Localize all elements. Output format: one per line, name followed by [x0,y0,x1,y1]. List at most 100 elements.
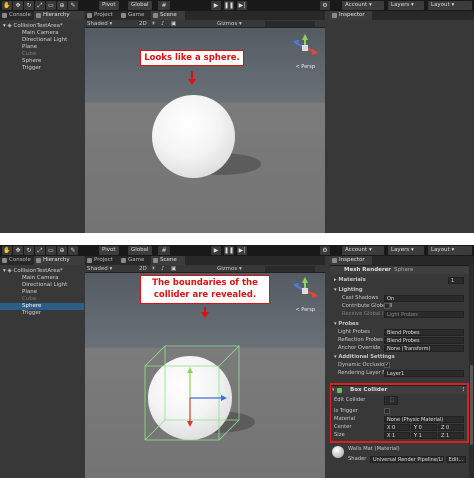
collab-icon[interactable]: ⚙ [320,1,330,10]
shader-select[interactable]: Universal Render Pipeline/Lit [370,456,444,463]
list-item-selected[interactable]: Sphere [0,303,84,310]
cast-shadows-select[interactable]: On [384,295,464,302]
lighting-toggle-icon[interactable]: ☀ [151,20,156,28]
list-item[interactable]: Main Camera [0,275,84,282]
tab-scene[interactable]: Scene [151,256,185,265]
custom-tool-icon[interactable]: ✎ [68,246,78,255]
list-item[interactable]: Cube [0,51,84,58]
scene-search-input[interactable] [265,266,315,272]
pivot-toggle[interactable]: Pivot [99,1,119,10]
contribute-gi-checkbox[interactable] [384,303,390,309]
rotate-tool-icon[interactable]: ↻ [24,246,34,255]
move-tool-icon[interactable]: ✥ [13,1,23,10]
collab-icon[interactable]: ⚙ [320,246,330,255]
tab-console[interactable]: Console [0,256,34,265]
move-handle-gizmo[interactable] [165,365,235,435]
hierarchy-root[interactable]: ▾ ◈ CollisionTestArea* [0,23,84,30]
tab-game[interactable]: Game [119,11,151,20]
scene-viewport[interactable]: < Persp The boundaries of the collider a… [85,273,325,478]
anchor-override-field[interactable]: None (Transform) [384,345,464,352]
step-icon[interactable]: ▶| [237,1,247,10]
layout-dropdown[interactable]: Layout ▾ [428,1,472,10]
tab-console[interactable]: Console [0,11,34,20]
play-icon[interactable]: ▶ [211,1,221,10]
receive-gi-select[interactable]: Light Probes [384,311,464,318]
list-item[interactable]: Trigger [0,310,84,317]
shading-dropdown[interactable]: Shaded ▾ [87,265,112,273]
scene-search-input[interactable] [265,21,315,27]
global-toggle[interactable]: Global [128,246,152,255]
mesh-renderer-header[interactable]: Mesh Renderer Sphere [330,265,474,274]
layout-dropdown[interactable]: Layout ▾ [428,246,472,255]
rendering-layer-select[interactable]: Layer1 [384,370,464,377]
layers-dropdown[interactable]: Layers ▾ [388,1,424,10]
materials-count[interactable]: 1 [448,277,464,284]
list-item[interactable]: Main Camera [0,30,84,37]
list-item[interactable]: Directional Light [0,37,84,44]
move-tool-icon[interactable]: ✥ [13,246,23,255]
dynamic-occlusion-checkbox[interactable]: ✓ [384,362,390,368]
list-item[interactable]: Sphere [0,58,84,65]
tab-project[interactable]: Project [85,256,119,265]
rotate-tool-icon[interactable]: ↻ [24,1,34,10]
step-icon[interactable]: ▶| [237,246,247,255]
list-item[interactable]: Plane [0,289,84,296]
audio-toggle-icon[interactable]: ♪ [161,265,165,273]
scene-viewport[interactable]: < Persp Looks like a sphere. [85,28,325,233]
pause-icon[interactable]: ❚❚ [224,246,234,255]
pivot-toggle[interactable]: Pivot [99,246,119,255]
account-dropdown[interactable]: Account ▾ [342,1,384,10]
tab-hierarchy[interactable]: Hierarchy [34,256,84,265]
gizmos-dropdown[interactable]: Gizmos ▾ [217,265,242,273]
account-label: Account [345,2,368,8]
transform-tool-icon[interactable]: ⊕ [57,246,67,255]
list-item-label: Plane [22,289,38,295]
transform-tool-icon[interactable]: ⊕ [57,1,67,10]
tab-console-label: Console [9,257,31,263]
effects-toggle-icon[interactable]: ▣ [171,20,176,28]
mode-2d-toggle[interactable]: 2D [139,20,147,28]
inspector-scrollbar[interactable] [469,265,474,478]
play-icon[interactable]: ▶ [211,246,221,255]
tab-hierarchy[interactable]: Hierarchy [34,11,84,20]
sphere-object[interactable] [152,95,235,178]
edit-shader-button[interactable]: Edit... [446,456,466,463]
hierarchy-root[interactable]: ▾ ◈ CollisionTestArea* [0,268,84,275]
tab-inspector[interactable]: Inspector [330,256,372,265]
scrollbar-thumb[interactable] [470,365,473,445]
global-toggle[interactable]: Global [128,1,152,10]
gizmos-dropdown[interactable]: Gizmos ▾ [217,20,242,28]
list-item[interactable]: Directional Light [0,282,84,289]
list-item[interactable]: Cube [0,296,84,303]
additional-settings-section[interactable]: ▾ Additional Settings [334,353,468,361]
audio-toggle-icon[interactable]: ♪ [161,20,165,28]
grid-snap-icon[interactable]: # [158,246,170,255]
list-item[interactable]: Plane [0,44,84,51]
shading-dropdown[interactable]: Shaded ▾ [87,20,112,28]
mode-2d-toggle[interactable]: 2D [139,265,147,273]
reflection-probes-select[interactable]: Blend Probes [384,337,464,344]
hand-tool-icon[interactable]: ✋ [2,246,12,255]
custom-tool-icon[interactable]: ✎ [68,1,78,10]
orientation-gizmo[interactable] [291,34,319,66]
scale-tool-icon[interactable]: ⤢ [35,1,45,10]
scale-tool-icon[interactable]: ⤢ [35,246,45,255]
effects-toggle-icon[interactable]: ▣ [171,265,176,273]
tab-project[interactable]: Project [85,11,119,20]
rect-tool-icon[interactable]: ▭ [46,246,56,255]
lighting-toggle-icon[interactable]: ☀ [151,265,156,273]
lighting-section[interactable]: ▾ Lighting [334,286,468,294]
grid-snap-icon[interactable]: # [158,1,170,10]
persp-label[interactable]: < Persp [295,64,315,70]
layers-dropdown[interactable]: Layers ▾ [388,246,424,255]
rect-tool-icon[interactable]: ▭ [46,1,56,10]
hand-tool-icon[interactable]: ✋ [2,1,12,10]
tab-inspector[interactable]: Inspector [330,11,372,20]
tab-scene[interactable]: Scene [151,11,185,20]
pause-icon[interactable]: ❚❚ [224,1,234,10]
account-dropdown[interactable]: Account ▾ [342,246,384,255]
list-item[interactable]: Trigger [0,65,84,72]
light-probes-select[interactable]: Blend Probes [384,329,464,336]
probes-section[interactable]: ▾ Probes [334,320,468,328]
tab-game[interactable]: Game [119,256,151,265]
